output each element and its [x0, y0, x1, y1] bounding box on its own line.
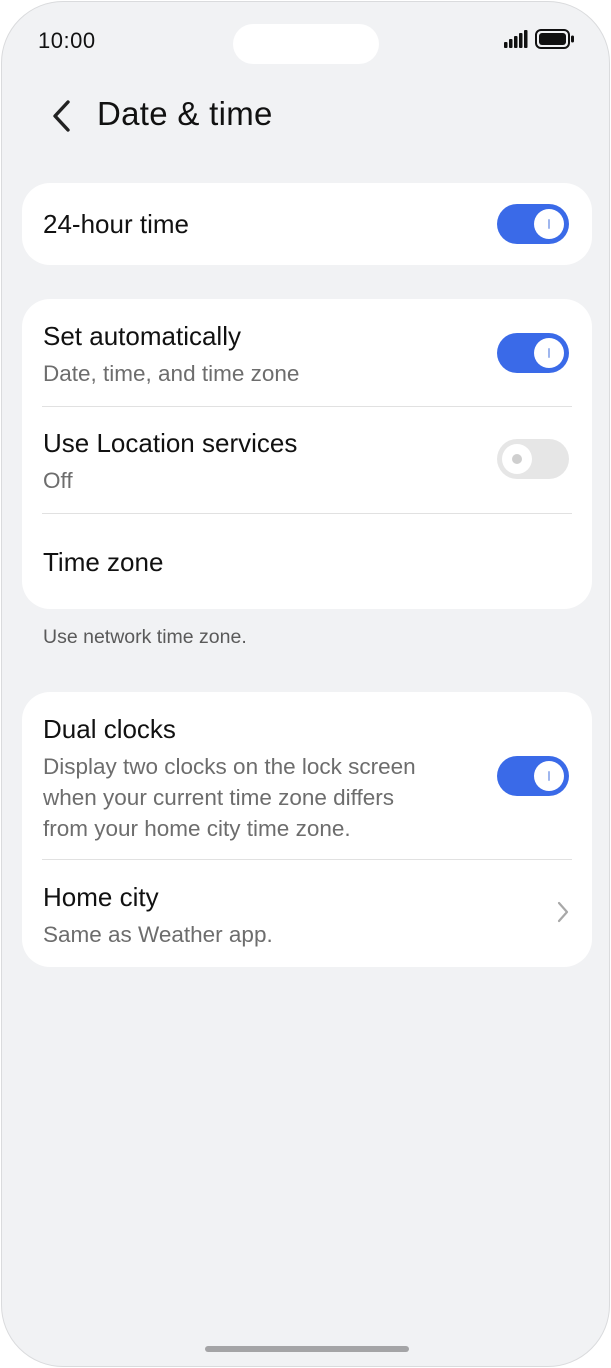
page-title: Date & time [97, 95, 273, 132]
toggle-location-services[interactable] [497, 439, 569, 479]
setting-title-dual-clocks: Dual clocks [43, 714, 176, 744]
card-time-zone-settings: Set automatically Date, time, and time z… [22, 299, 592, 609]
setting-subtitle-dual-clocks-line-3: from your home city time zone. [43, 816, 351, 841]
setting-title-home-city: Home city [43, 882, 159, 912]
back-button[interactable] [42, 96, 82, 140]
phone-screen: 10:00 Date & time 24-hour time Set autom… [1, 1, 610, 1367]
chevron-left-icon [51, 99, 73, 138]
toggle-knob [534, 338, 564, 368]
toggle-dual-clocks[interactable] [497, 756, 569, 796]
setting-row-set-automatically[interactable]: Set automatically Date, time, and time z… [22, 299, 592, 405]
setting-row-dual-clocks[interactable]: Dual clocks Display two clocks on the lo… [22, 692, 592, 859]
toggle-24-hour[interactable] [497, 204, 569, 244]
toggle-knob [534, 761, 564, 791]
setting-subtitle-dual-clocks-line-1: Display two clocks on the lock screen [43, 754, 416, 779]
setting-title-time-zone: Time zone [43, 547, 164, 577]
camera-notch [233, 24, 379, 64]
time-zone-caption: Use network time zone. [43, 626, 247, 648]
setting-row-time-zone[interactable]: Time zone [22, 514, 592, 609]
setting-subtitle-location-services: Off [43, 468, 73, 493]
setting-row-24-hour[interactable]: 24-hour time [22, 183, 592, 265]
setting-title-set-automatically: Set automatically [43, 321, 241, 351]
card-24-hour: 24-hour time [22, 183, 592, 265]
card-dual-clocks: Dual clocks Display two clocks on the lo… [22, 692, 592, 967]
toggle-knob [534, 209, 564, 239]
chevron-right-icon [556, 900, 570, 929]
setting-row-home-city[interactable]: Home city Same as Weather app. [22, 860, 592, 967]
toggle-set-automatically[interactable] [497, 333, 569, 373]
setting-title-location-services: Use Location services [43, 428, 298, 458]
battery-icon [535, 28, 575, 54]
setting-subtitle-dual-clocks-line-2: when your current time zone differs [43, 785, 395, 810]
home-indicator[interactable] [205, 1346, 409, 1352]
status-time: 10:00 [38, 28, 96, 53]
app-header: Date & time [2, 90, 609, 146]
setting-subtitle-home-city: Same as Weather app. [43, 922, 273, 947]
setting-subtitle-set-automatically: Date, time, and time zone [43, 361, 300, 386]
status-icons [504, 28, 575, 54]
toggle-knob [502, 444, 532, 474]
setting-row-location-services[interactable]: Use Location services Off [22, 407, 592, 513]
signal-icon [504, 29, 528, 53]
setting-title-24-hour: 24-hour time [43, 209, 189, 239]
